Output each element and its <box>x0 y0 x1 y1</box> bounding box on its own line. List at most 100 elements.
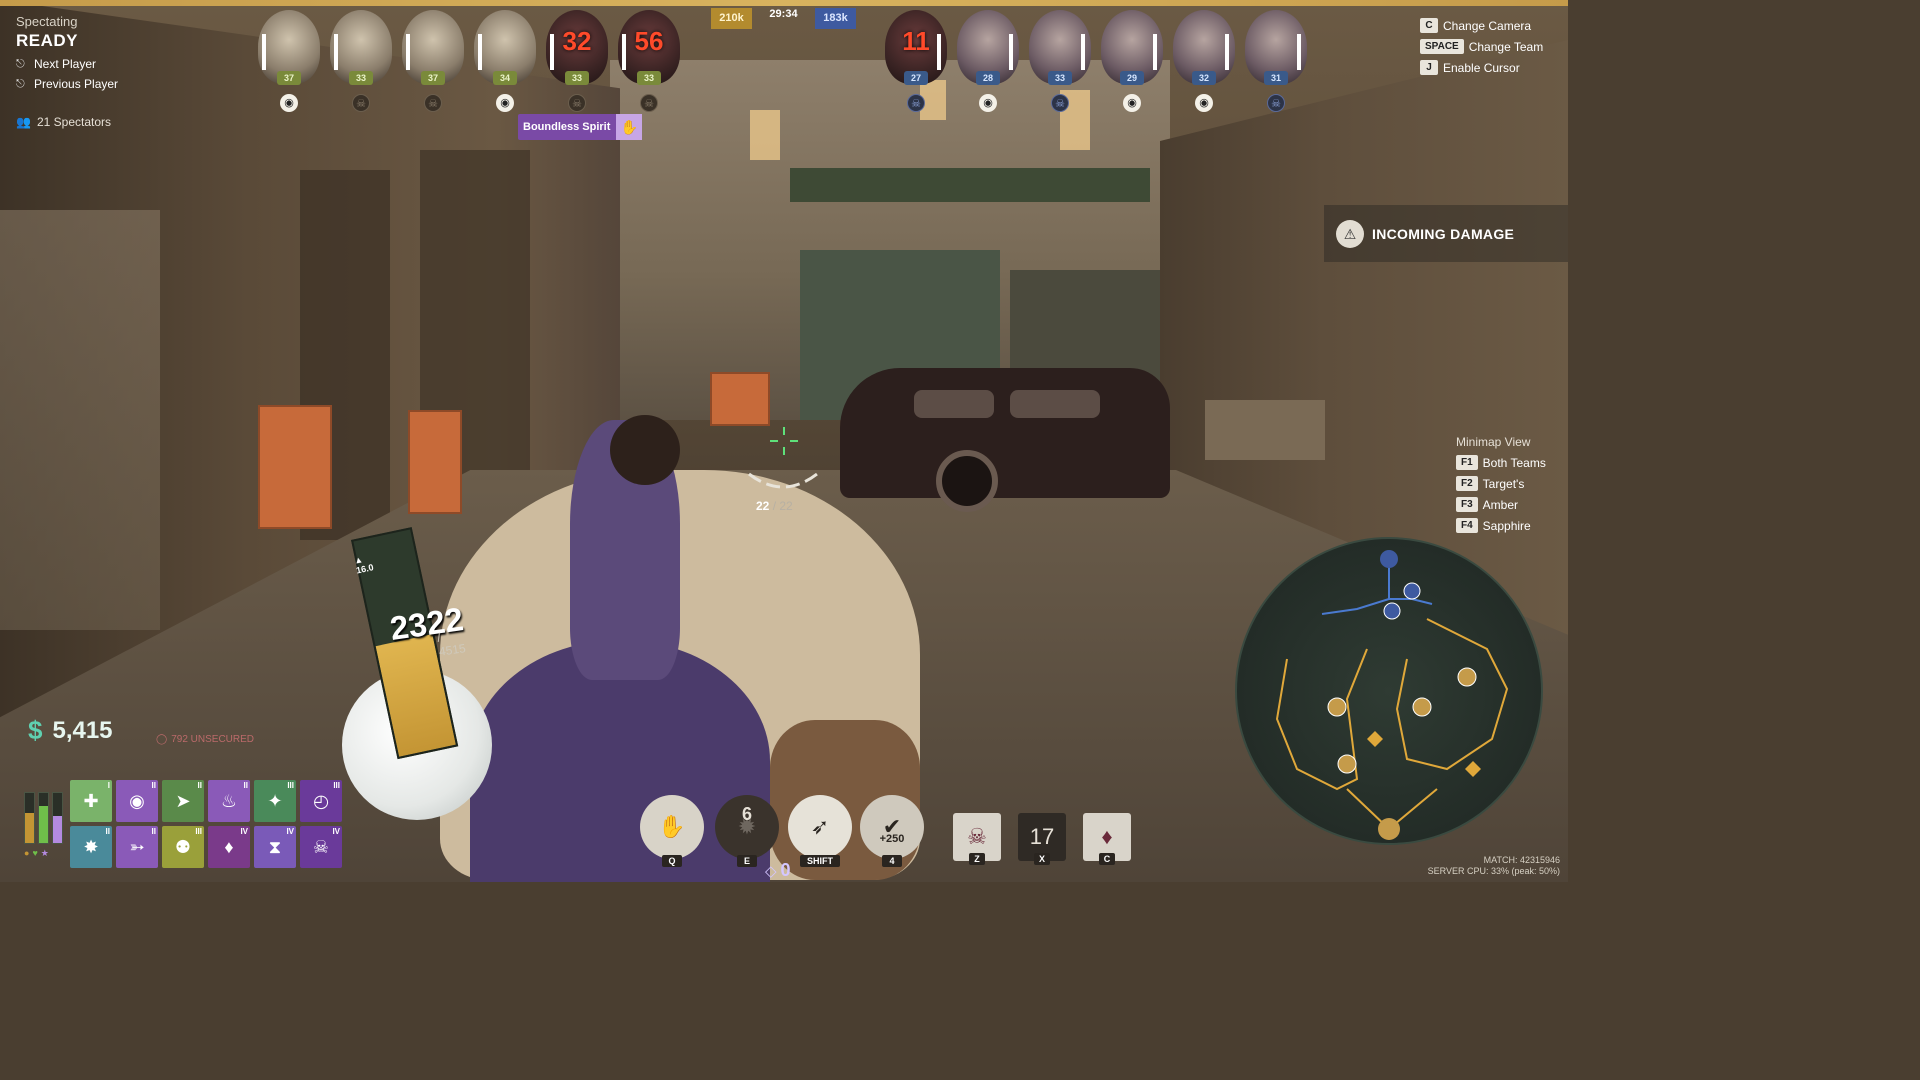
item-slot[interactable]: ♨ II <box>208 780 250 822</box>
active-item-key: C <box>1099 853 1115 865</box>
active-item-slot[interactable]: 17 X <box>1018 813 1066 865</box>
sapphire-team-hero[interactable]: 31 ☠ <box>1245 10 1307 112</box>
active-item-key: Z <box>969 853 985 865</box>
flame-icon: ♨ <box>220 791 238 811</box>
active-item-slot[interactable]: ♦ C <box>1083 813 1131 865</box>
amber-team-hero[interactable]: 33 ☠ <box>330 10 392 112</box>
amber-team-hero[interactable]: 56 33 ☠ <box>618 10 680 112</box>
eye-icon[interactable]: ◉ <box>1195 94 1213 112</box>
option-label: Target's <box>1482 476 1525 491</box>
item-slot[interactable]: ✸ II <box>70 826 112 868</box>
sapphire-team-hero[interactable]: 11 27 ☠ <box>885 10 947 112</box>
item-slot[interactable]: ◉ II <box>116 780 158 822</box>
sapphire-team-hero[interactable]: 32 ◉ <box>1173 10 1235 112</box>
ability-slot[interactable]: ✹ 6 E <box>715 795 779 867</box>
hero-health-bar <box>478 34 482 70</box>
ability-points: ◇ 0 <box>765 860 791 880</box>
match-info: MATCH: 42315946 SERVER CPU: 33% (peak: 5… <box>1380 855 1560 877</box>
minimap-view-panel: Minimap View F1 Both Teams F2 Target's F… <box>1456 435 1546 539</box>
active-buff: Boundless Spirit ✋ <box>518 114 643 140</box>
item-slot[interactable]: ♦ IV <box>208 826 250 868</box>
skull-icon[interactable]: ☠ <box>424 94 442 112</box>
amber-team-hero[interactable]: 34 ◉ <box>474 10 536 112</box>
skull-icon[interactable]: ☠ <box>352 94 370 112</box>
minimap-sapphire[interactable]: F4 Sapphire <box>1456 518 1546 533</box>
rune-icon: ✦ <box>267 791 283 811</box>
item-slot[interactable]: ➳ II <box>116 826 158 868</box>
ability-slot[interactable]: ✔ +250 4 <box>860 795 924 867</box>
hero-level: 29 <box>1120 71 1144 85</box>
ability-bonus: +250 <box>879 833 905 845</box>
amber-team-hero[interactable]: 37 ☠ <box>402 10 464 112</box>
item-slot[interactable]: ➤ II <box>162 780 204 822</box>
health-max: / 4515 <box>436 630 467 659</box>
hero-health-bar <box>1225 34 1229 70</box>
skull-icon[interactable]: ☠ <box>1051 94 1069 112</box>
active-item-slot[interactable]: ☠ Z <box>953 813 1001 865</box>
item-tier: II <box>105 827 110 836</box>
skull-icon[interactable]: ☠ <box>1267 94 1285 112</box>
beast-icon: ⚉ <box>174 837 192 857</box>
hourglass-icon: ⧗ <box>268 837 282 857</box>
ability-points-value: 0 <box>780 860 791 880</box>
item-slot[interactable]: ◴ III <box>300 780 342 822</box>
item-slot[interactable]: ⚉ III <box>162 826 204 868</box>
hero-health-bar <box>1009 34 1013 70</box>
reticle-arc <box>745 470 821 494</box>
ability-slot[interactable]: ✋ Q <box>640 795 704 867</box>
skull-icon: ☠ <box>312 837 330 857</box>
minimap-both-teams[interactable]: F1 Both Teams <box>1456 455 1546 470</box>
item-tier: II <box>197 781 202 790</box>
minimap[interactable] <box>1235 537 1543 845</box>
minimap-targets[interactable]: F2 Target's <box>1456 476 1546 491</box>
respawn-timer: 11 <box>902 26 930 56</box>
eye-icon[interactable]: ◉ <box>979 94 997 112</box>
change-team-control[interactable]: SPACE Change Team <box>1420 39 1568 54</box>
next-player-label: Next Player <box>34 57 97 71</box>
stat-bar-fill <box>39 805 48 843</box>
item-tier: III <box>195 827 202 836</box>
hero-health-bar <box>406 34 410 70</box>
stat-bar <box>52 792 63 844</box>
mouse-left-icon: ⎋ <box>16 57 25 70</box>
eye-icon[interactable]: ◉ <box>496 94 514 112</box>
dash-icon: ➳ <box>129 837 145 857</box>
key-badge: F3 <box>1456 497 1478 512</box>
change-camera-control[interactable]: C Change Camera <box>1420 18 1568 33</box>
sapphire-team-hero[interactable]: 29 ◉ <box>1101 10 1163 112</box>
spectator-panel: Spectating READY ⎋ Next Player ⎋ Previou… <box>16 14 118 91</box>
amber-team-hero[interactable]: 32 33 ☠ <box>546 10 608 112</box>
car-window <box>914 390 994 418</box>
spirit-stat-icon: ★ <box>40 848 49 858</box>
skull-icon[interactable]: ☠ <box>640 94 658 112</box>
next-player-control[interactable]: ⎋ Next Player <box>16 57 118 71</box>
previous-player-control[interactable]: ⎋ Previous Player <box>16 77 118 91</box>
amber-team-hero[interactable]: 37 ◉ <box>258 10 320 112</box>
skull-icon[interactable]: ☠ <box>907 94 925 112</box>
eye-icon[interactable]: ◉ <box>280 94 298 112</box>
spirit-hand-icon: ✋ <box>616 114 643 140</box>
item-slot[interactable]: ⧗ IV <box>254 826 296 868</box>
car-window <box>1010 390 1100 418</box>
ability-slot[interactable]: ➶ SHIFT <box>788 795 852 867</box>
item-slot[interactable]: ✚ I <box>70 780 112 822</box>
match-id: MATCH: 42315946 <box>1483 855 1560 865</box>
skull-icon[interactable]: ☠ <box>568 94 586 112</box>
item-slot[interactable]: ✦ III <box>254 780 296 822</box>
hero-level: 33 <box>565 71 589 85</box>
item-slot[interactable]: ☠ IV <box>300 826 342 868</box>
spectator-count: 👥 21 Spectators <box>16 115 111 129</box>
active-item-cooldown: 17 <box>1029 824 1055 849</box>
hero-level: 34 <box>493 71 517 85</box>
minimap-amber[interactable]: F3 Amber <box>1456 497 1546 512</box>
rider-head <box>610 415 680 485</box>
sapphire-team-hero[interactable]: 33 ☠ <box>1029 10 1091 112</box>
stat-bars <box>24 792 64 844</box>
sapphire-team-hero[interactable]: 28 ◉ <box>957 10 1019 112</box>
buff-name: Boundless Spirit <box>523 121 611 133</box>
enable-cursor-control[interactable]: J Enable Cursor <box>1420 60 1568 75</box>
camera-controls: C Change Camera SPACE Change Team J Enab… <box>1420 18 1568 81</box>
ability-key: E <box>737 855 757 867</box>
eye-icon[interactable]: ◉ <box>1123 94 1141 112</box>
item-tier: III <box>287 781 294 790</box>
